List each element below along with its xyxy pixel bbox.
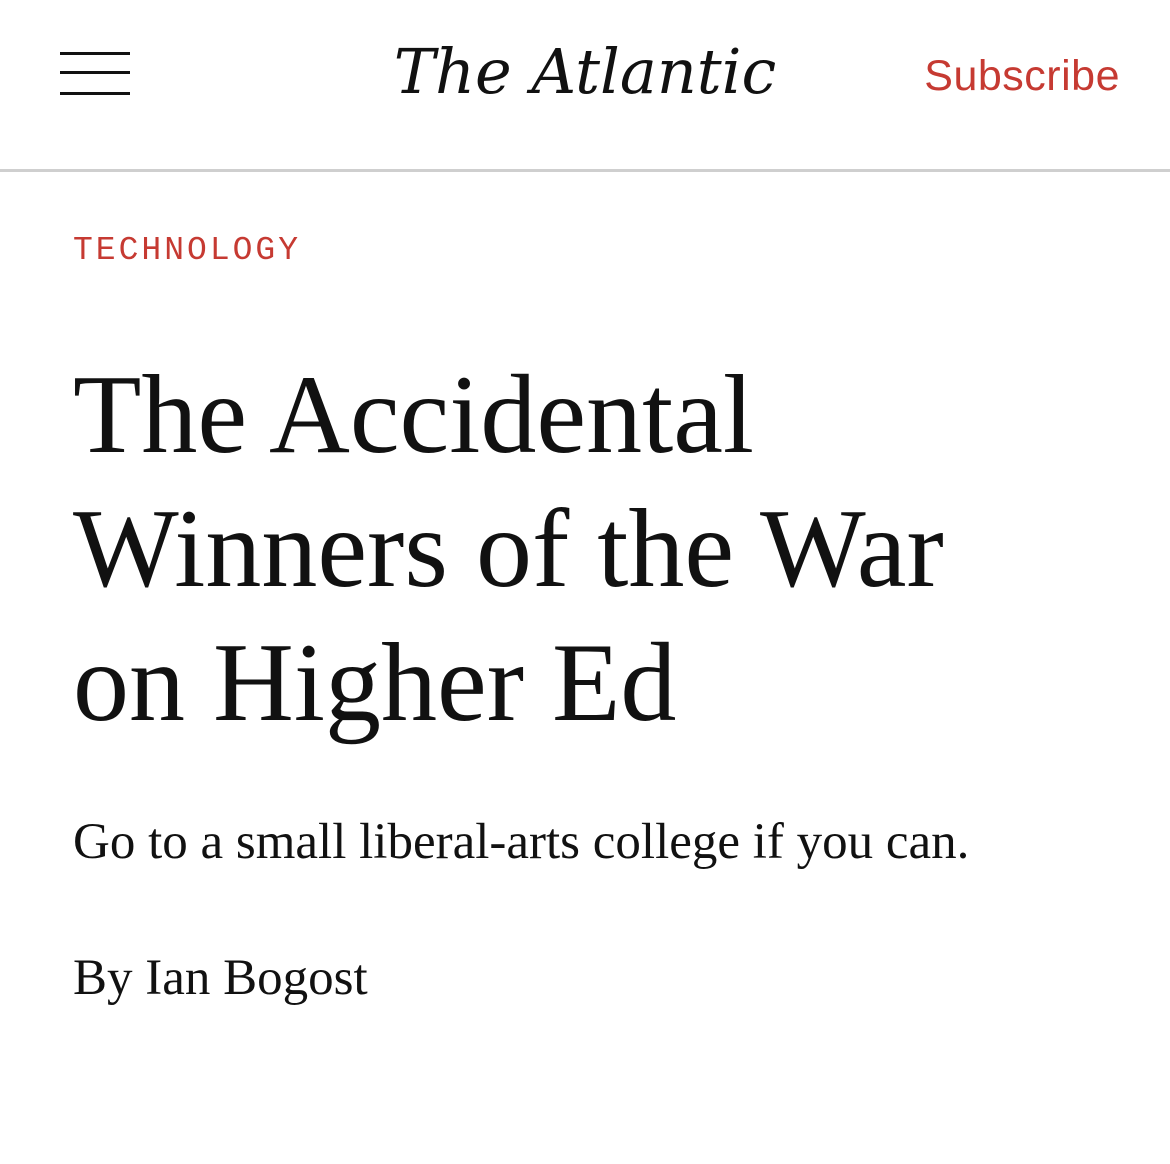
menu-bar-top xyxy=(60,52,130,55)
subscribe-button[interactable]: Subscribe xyxy=(924,48,1120,104)
byline-prefix: By xyxy=(73,950,133,1006)
article-dek: Go to a small liberal-arts college if yo… xyxy=(73,814,970,870)
headline-line-3: on Higher Ed xyxy=(73,621,677,745)
byline: By Ian Bogost xyxy=(73,946,368,1010)
author-link[interactable]: Ian Bogost xyxy=(145,950,367,1006)
hamburger-menu-icon[interactable] xyxy=(58,50,134,100)
section-label[interactable]: TECHNOLOGY xyxy=(73,230,301,272)
article-headline: The Accidental Winners of the War on Hig… xyxy=(73,348,1073,750)
headline-line-1: The Accidental xyxy=(73,353,755,477)
menu-bar-bottom xyxy=(60,92,130,95)
menu-bar-middle xyxy=(60,71,130,74)
site-logo[interactable]: The Atlantic xyxy=(394,35,776,108)
site-header: The Atlantic Subscribe xyxy=(0,0,1170,172)
headline-line-2: Winners of the War xyxy=(73,487,944,611)
